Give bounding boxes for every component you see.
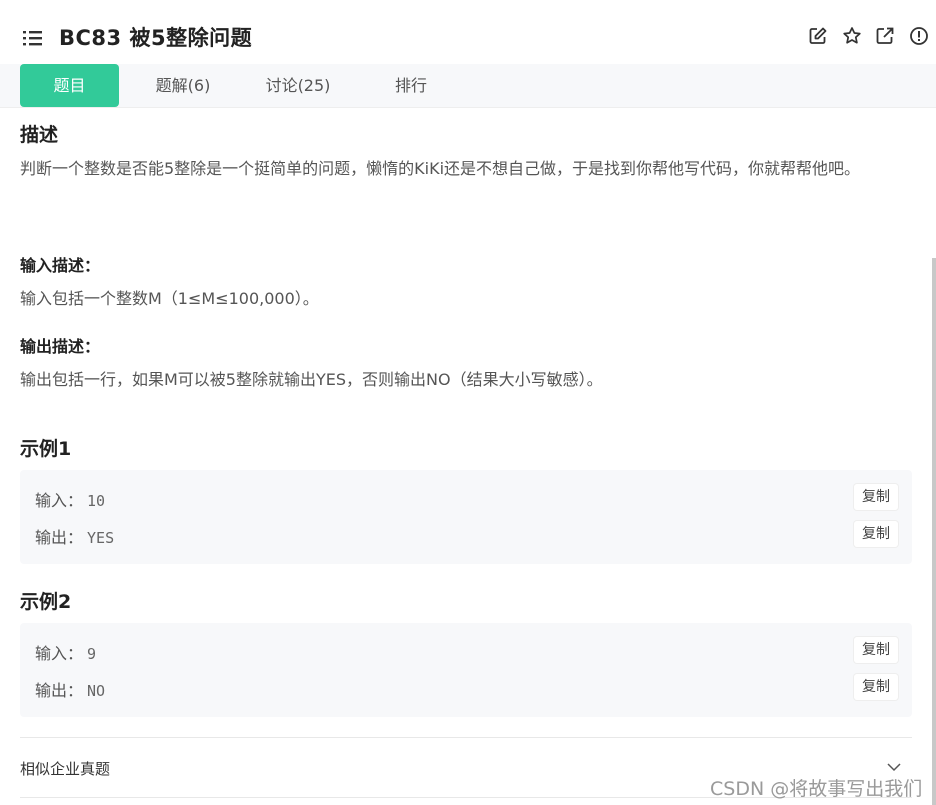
example2-input-value: 9 [87,645,97,663]
example1-output-row: 输出： YES [35,524,114,548]
output-desc-text: 输出包括一行，如果M可以被5整除就输出YES，否则输出NO（结果大小写敏感）。 [20,370,603,389]
example1-input-row: 输入： 10 [35,487,105,511]
description-text: 判断一个整数是否能5整除是一个挺简单的问题，懒惰的KiKi还是不想自己做，于是找… [20,159,861,178]
edit-icon[interactable] [808,26,828,46]
list-icon[interactable] [22,28,44,48]
input-desc-text: 输入包括一个整数M（1≤M≤100,000）。 [20,289,319,308]
input-desc-heading: 输入描述： [20,256,101,275]
example1-panel: 输入： 10 复制 输出： YES 复制 [20,470,912,564]
tab-ranking[interactable]: 排行 [380,64,442,107]
scrollbar[interactable] [932,258,936,805]
example1-output-value: YES [87,529,115,547]
copy-button[interactable]: 复制 [854,521,898,547]
copy-button[interactable]: 复制 [854,674,898,700]
example2-output-label: 输出： [35,681,84,700]
example2-output-row: 输出： NO [35,677,105,701]
copy-button[interactable]: 复制 [854,484,898,510]
example2-panel: 输入： 9 复制 输出： NO 复制 [20,623,912,717]
divider [20,737,912,738]
example2-heading: 示例2 [20,591,72,613]
example2-input-label: 输入： [35,644,84,663]
tab-bar: 题目 题解(6) 讨论(25) 排行 [0,64,936,108]
example2-input-row: 输入： 9 [35,640,96,664]
star-icon[interactable] [842,26,862,46]
header: BC83 被5整除问题 [0,0,936,64]
copy-button[interactable]: 复制 [854,637,898,663]
example1-input-label: 输入： [35,491,84,510]
external-link-icon[interactable] [875,26,895,46]
info-icon[interactable] [909,26,929,46]
related-questions-toggle[interactable]: 相似企业真题 [20,758,110,779]
description-heading: 描述 [20,124,59,146]
tab-solutions[interactable]: 题解(6) [140,64,226,107]
chevron-down-icon[interactable] [886,762,902,772]
example1-output-label: 输出： [35,528,84,547]
tab-discussion[interactable]: 讨论(25) [250,64,346,107]
tab-problem[interactable]: 题目 [20,64,119,107]
page-title: BC83 被5整除问题 [59,26,253,50]
output-desc-heading: 输出描述： [20,337,101,356]
example2-output-value: NO [87,682,106,700]
example1-input-value: 10 [87,492,106,510]
example1-heading: 示例1 [20,438,72,460]
watermark: CSDN @将故事写出我们 [710,778,923,800]
